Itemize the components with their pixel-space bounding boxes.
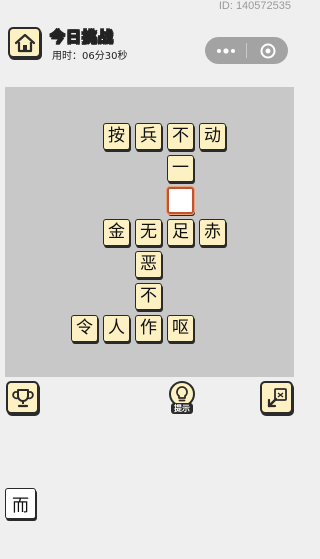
board-tile: 不 [135, 283, 162, 310]
board-tile: 赤 [199, 219, 226, 246]
share-swap-icon [267, 387, 287, 407]
board-tile: 一 [167, 155, 194, 182]
board-tile: 呕 [167, 315, 194, 342]
board-tile: 作 [135, 315, 162, 342]
share-button[interactable] [260, 381, 293, 414]
board-tile: 动 [199, 123, 226, 150]
elapsed-timer: 用时：06分30秒 [52, 51, 128, 62]
board-tile: 令 [71, 315, 98, 342]
user-id-label: ID: 140572535 [218, 0, 291, 12]
close-miniprogram-button[interactable] [247, 43, 288, 59]
board-tile: 无 [135, 219, 162, 246]
candidate-tile[interactable]: 而 [5, 488, 36, 519]
home-button[interactable] [8, 27, 41, 58]
board-tile: 不 [167, 123, 194, 150]
home-icon [14, 33, 35, 52]
page-title: 今日挑战 [50, 28, 115, 47]
more-dots-icon [216, 47, 235, 54]
board-tile: 人 [103, 315, 130, 342]
hint-label: 提示 [171, 403, 193, 414]
close-target-icon [260, 43, 275, 58]
more-menu-button[interactable] [205, 47, 246, 54]
trophy-icon [11, 388, 34, 407]
empty-answer-slot[interactable] [167, 187, 194, 214]
board-tile: 金 [103, 219, 130, 246]
hint-button[interactable]: 提示 [166, 381, 198, 417]
board-tile: 恶 [135, 251, 162, 278]
board-tile: 足 [167, 219, 194, 246]
board-tile: 兵 [135, 123, 162, 150]
leaderboard-button[interactable] [6, 381, 39, 414]
miniprogram-capsule [205, 37, 288, 64]
board-tile: 按 [103, 123, 130, 150]
